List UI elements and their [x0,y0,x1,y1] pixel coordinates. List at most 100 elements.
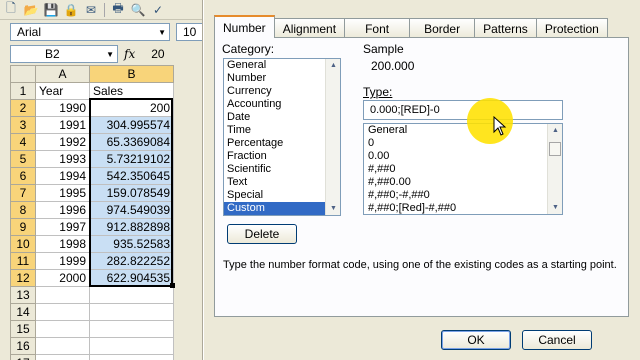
row-header[interactable]: 14 [10,303,36,321]
format-code-item[interactable]: #,##0.00 [364,176,562,189]
sales-cell[interactable]: 974.549039 [89,201,174,219]
select-all-corner[interactable] [10,65,36,83]
sales-cell[interactable]: 304.995574 [89,116,174,134]
scroll-up-icon[interactable]: ▲ [326,59,340,72]
year-cell[interactable]: 1994 [35,167,90,185]
sales-cell[interactable]: 282.822252 [89,252,174,270]
year-cell[interactable]: 1993 [35,150,90,168]
tab-border[interactable]: Border [409,18,476,38]
tab-patterns[interactable]: Patterns [474,18,537,38]
tab-protection[interactable]: Protection [535,18,608,38]
category-item-selected[interactable]: Custom [224,202,340,215]
tab-font[interactable]: Font [344,18,411,38]
empty-cell[interactable] [89,320,174,338]
empty-cell[interactable] [35,320,90,338]
year-cell[interactable]: 1995 [35,184,90,202]
open-folder-icon[interactable]: 📂 [22,2,40,18]
category-item[interactable]: Accounting [224,98,340,111]
email-icon[interactable]: ✉ [82,2,100,18]
format-code-item[interactable]: #,##0 [364,163,562,176]
sales-cell[interactable]: 935.52583 [89,235,174,253]
empty-cell[interactable] [35,286,90,304]
sales-cell[interactable]: 622.904535 [89,269,174,287]
category-item[interactable]: General [224,59,340,72]
sales-cell[interactable]: 200 [89,99,174,117]
row-header[interactable]: 3 [10,116,36,134]
row-header[interactable]: 12 [10,269,36,287]
row-header[interactable]: 5 [10,150,36,168]
category-item[interactable]: Number [224,72,340,85]
delete-button[interactable]: Delete [227,224,297,244]
row-header[interactable]: 1 [10,82,36,100]
row-header[interactable]: 2 [10,99,36,117]
tab-alignment[interactable]: Alignment [273,18,346,38]
cell-b1[interactable]: Sales [89,82,174,100]
year-cell[interactable]: 1990 [35,99,90,117]
category-item[interactable]: Date [224,111,340,124]
year-cell[interactable]: 1992 [35,133,90,151]
sales-cell[interactable]: 5.73219102 [89,150,174,168]
row-header[interactable]: 9 [10,218,36,236]
scroll-thumb[interactable] [549,142,561,156]
row-header[interactable]: 17 [10,354,36,360]
empty-cell[interactable] [89,303,174,321]
year-cell[interactable]: 1997 [35,218,90,236]
ok-button[interactable]: OK [441,330,511,350]
fx-icon[interactable]: fx [124,47,135,61]
spelling-icon[interactable]: ✓ [149,2,167,18]
empty-cell[interactable] [89,354,174,360]
scroll-down-icon[interactable]: ▼ [326,202,340,215]
row-header[interactable]: 4 [10,133,36,151]
new-file-icon[interactable]: 🗋 [2,1,20,18]
year-cell[interactable]: 1998 [35,235,90,253]
font-name-select[interactable]: Arial ▼ [10,23,170,41]
sales-cell[interactable]: 912.882898 [89,218,174,236]
category-item[interactable]: Scientific [224,163,340,176]
category-scrollbar[interactable]: ▲ ▼ [325,59,340,215]
format-code-item[interactable]: General [364,124,562,137]
year-cell[interactable]: 1996 [35,201,90,219]
empty-cell[interactable] [35,354,90,360]
save-icon[interactable]: 💾 [42,2,60,18]
sales-cell[interactable]: 159.078549 [89,184,174,202]
year-cell[interactable]: 2000 [35,269,90,287]
category-item[interactable]: Text [224,176,340,189]
empty-cell[interactable] [89,337,174,355]
row-header[interactable]: 8 [10,201,36,219]
format-type-input[interactable]: 0.000;[RED]-0 [363,100,563,120]
format-code-item[interactable]: 0 [364,137,562,150]
year-cell[interactable]: 1991 [35,116,90,134]
fill-handle[interactable] [170,283,175,288]
format-code-list[interactable]: General 0 0.00 #,##0 #,##0.00 #,##0;-#,#… [363,123,563,215]
row-header[interactable]: 11 [10,252,36,270]
category-item[interactable]: Time [224,124,340,137]
format-list-scrollbar[interactable]: ▲ ▼ [547,124,562,214]
category-item[interactable]: Currency [224,85,340,98]
formula-value[interactable]: 20 [151,47,164,61]
column-header-a[interactable]: A [35,65,90,83]
row-header[interactable]: 16 [10,337,36,355]
category-item[interactable]: Percentage [224,137,340,150]
scroll-down-icon[interactable]: ▼ [548,201,562,214]
column-header-b[interactable]: B [89,65,174,83]
scroll-up-icon[interactable]: ▲ [548,124,562,137]
category-item[interactable]: Fraction [224,150,340,163]
permission-icon[interactable]: 🔒 [62,2,80,18]
cell-a1[interactable]: Year [35,82,90,100]
tab-number[interactable]: Number [214,15,275,38]
category-item[interactable]: Special [224,189,340,202]
cancel-button[interactable]: Cancel [522,330,592,350]
year-cell[interactable]: 1999 [35,252,90,270]
name-box[interactable]: B2 ▼ [10,45,118,63]
format-code-item[interactable]: #,##0;-#,##0 [364,189,562,202]
row-header[interactable]: 15 [10,320,36,338]
row-header[interactable]: 10 [10,235,36,253]
empty-cell[interactable] [35,337,90,355]
format-code-item[interactable]: #,##0;[Red]-#,##0 [364,202,562,214]
sales-cell[interactable]: 542.350645 [89,167,174,185]
format-code-item[interactable]: 0.00 [364,150,562,163]
empty-cell[interactable] [35,303,90,321]
sales-cell[interactable]: 65.3369084 [89,133,174,151]
category-list[interactable]: General Number Currency Accounting Date … [223,58,341,216]
row-header[interactable]: 6 [10,167,36,185]
